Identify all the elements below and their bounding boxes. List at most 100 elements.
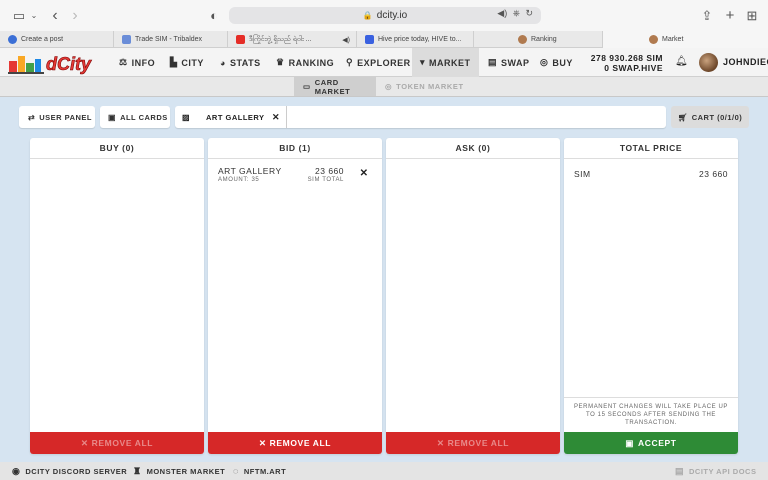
nav-item-swap[interactable]: ▤ SWAP: [486, 48, 532, 77]
address-bar[interactable]: 🔒 dcity.io ◀) ⎈ ↻: [229, 7, 541, 24]
dcity-logo[interactable]: dCity: [6, 50, 106, 75]
browser-tab-hive-price[interactable]: Hive price today, HIVE to...: [357, 31, 474, 48]
money-icon: ▣: [625, 437, 635, 448]
buy-panel: BUY (0) ✕ REMOVE ALL: [30, 138, 204, 454]
user-panel-icon: ⇄: [28, 112, 36, 122]
panel-title: ASK (0): [386, 138, 560, 159]
remove-item-icon[interactable]: ✕: [360, 168, 368, 179]
discord-link[interactable]: ◉ DCITY DISCORD SERVER: [12, 462, 127, 480]
panel-title: BUY (0): [30, 138, 204, 159]
tab-favicon: [365, 35, 374, 44]
bid-panel: BID (1) ART GALLERY AMOUNT: 35 23 660 SI…: [208, 138, 382, 454]
nav-label: RANKING: [288, 57, 335, 68]
transaction-note: PERMANENT CHANGES WILL TAKE PLACE UP TO …: [564, 397, 738, 427]
button-label: ALL CARDS: [120, 112, 168, 122]
card-filter-input[interactable]: ▨ ART GALLERY ✕: [175, 106, 666, 128]
remove-all-bid-button[interactable]: ✕ REMOVE ALL: [208, 432, 382, 454]
link-label: DCITY DISCORD SERVER: [25, 466, 128, 476]
sidebar-icon[interactable]: ▭: [10, 0, 28, 31]
button-label: REMOVE ALL: [269, 438, 332, 448]
remove-all-buy-button[interactable]: ✕ REMOVE ALL: [30, 432, 204, 454]
accept-button[interactable]: ▣ ACCEPT: [564, 432, 738, 454]
tab-label: Trade SIM - Tribaldex: [135, 36, 203, 43]
nav-item-ranking[interactable]: ♛ RANKING: [274, 48, 336, 77]
tab-token-market[interactable]: ◎ TOKEN MARKET: [385, 77, 475, 96]
lock-icon: 🔒: [362, 11, 373, 20]
nav-label: CITY: [181, 57, 204, 68]
item-value: 23 660: [315, 166, 344, 176]
username[interactable]: JOHNDIEG: [723, 57, 768, 67]
browser-tab-tribaldex[interactable]: Trade SIM - Tribaldex: [114, 31, 228, 48]
tab-label: CARD MARKET: [314, 77, 351, 96]
tab-overview-icon[interactable]: ⊞: [745, 0, 759, 31]
remove-all-ask-button[interactable]: ✕ REMOVE ALL: [386, 432, 560, 454]
tab-label: ဒီကြိုင်ဘွဲ့ ရှိသည် ရဲဝါး ...: [249, 35, 312, 43]
all-cards-button[interactable]: ▣ ALL CARDS: [100, 106, 170, 128]
forward-icon[interactable]: ›: [68, 0, 82, 31]
notification-bell-icon[interactable]: 🔔︎: [675, 56, 688, 67]
chip-label: ART GALLERY: [206, 112, 265, 122]
tab-favicon: [122, 35, 131, 44]
nav-item-stats[interactable]: ◕ STATS: [218, 48, 263, 77]
privacy-shield-icon[interactable]: ◐: [207, 0, 221, 31]
panel-title: TOTAL PRICE: [564, 138, 738, 159]
tab-favicon: [518, 35, 527, 44]
nav-item-city[interactable]: ▙ CITY: [168, 48, 206, 77]
coin-icon: ◎: [385, 82, 393, 91]
speaker-icon[interactable]: ◀): [342, 36, 350, 44]
button-label: REMOVE ALL: [91, 438, 154, 448]
close-icon: ✕: [80, 437, 89, 448]
balance-swap-hive: 0 SWAP.HIVE: [604, 63, 663, 73]
tab-card-market[interactable]: ▭ CARD MARKET: [294, 77, 376, 96]
tab-label: Market: [662, 36, 684, 43]
monster-market-link[interactable]: ♜ MONSTER MARKET: [133, 462, 225, 480]
trophy-icon: ♛: [276, 57, 285, 67]
button-label: CART (0/1/0): [691, 112, 743, 122]
ask-panel: ASK (0) ✕ REMOVE ALL: [386, 138, 560, 454]
wallet-balance[interactable]: 278 930.268 SIM 0 SWAP.HIVE: [585, 53, 663, 73]
translate-icon[interactable]: ⎈: [513, 8, 520, 18]
total-row: SIM 23 660: [574, 169, 728, 191]
tab-label: Ranking: [531, 36, 557, 43]
card-icon: ▭: [303, 82, 311, 91]
nav-item-market[interactable]: ▾ MARKET: [412, 48, 479, 77]
back-icon[interactable]: ‹: [48, 0, 62, 31]
cart-button[interactable]: 🛒︎ CART (0/1/0): [671, 106, 749, 128]
browser-tab-ranking[interactable]: Ranking: [474, 31, 603, 48]
logo-text: dCity: [46, 54, 92, 74]
nav-item-info[interactable]: ⚖ INFO: [117, 48, 157, 77]
avatar[interactable]: [699, 53, 718, 72]
speaker-icon[interactable]: ◀): [497, 8, 507, 18]
nftm-icon: ◌: [233, 466, 239, 476]
tab-favicon: [649, 35, 658, 44]
url-text: dcity.io: [376, 10, 408, 21]
browser-tab-market[interactable]: Market: [603, 31, 768, 48]
nftm-link[interactable]: ◌ NFTM.ART: [233, 462, 286, 480]
tab-label: Create a post: [21, 36, 64, 43]
reload-icon[interactable]: ↻: [525, 8, 533, 18]
new-tab-icon[interactable]: +: [723, 0, 737, 31]
browser-tab-youtube[interactable]: ဒီကြိုင်ဘွဲ့ ရှိသည် ရဲဝါး ... ◀): [228, 31, 357, 48]
item-amount: AMOUNT: 35: [218, 177, 260, 183]
nav-label: EXPLORER: [357, 57, 411, 68]
panel-title: BID (1): [208, 138, 382, 159]
total-amount: 23 660: [699, 169, 728, 179]
nav-item-explorer[interactable]: ⚲ EXPLORER: [344, 48, 413, 77]
user-panel-button[interactable]: ⇄ USER PANEL: [19, 106, 95, 128]
close-icon[interactable]: ✕: [272, 112, 280, 123]
share-icon[interactable]: ⇪: [700, 0, 714, 31]
list-item: ART GALLERY AMOUNT: 35 23 660 SIM TOTAL …: [218, 166, 372, 188]
api-docs-link[interactable]: ▤ DCITY API DOCS: [675, 462, 756, 480]
market-subnav: ▭ CARD MARKET ◎ TOKEN MARKET: [0, 77, 768, 97]
chevron-down-icon[interactable]: ⌄: [29, 0, 39, 31]
scale-icon: ⚖: [119, 57, 128, 67]
browser-tab-create-post[interactable]: Create a post: [0, 31, 114, 48]
cards-icon: ▣: [108, 112, 117, 122]
nav-item-buy[interactable]: ◎ BUY: [538, 48, 575, 77]
balance-sim: 278 930.268 SIM: [590, 53, 663, 63]
search-icon: ⚲: [346, 57, 354, 67]
money-icon: ▤: [488, 57, 498, 67]
docs-icon: ▤: [675, 465, 685, 476]
coins-icon: ◎: [540, 57, 549, 67]
selected-card-chip[interactable]: ▨ ART GALLERY ✕: [175, 106, 287, 128]
